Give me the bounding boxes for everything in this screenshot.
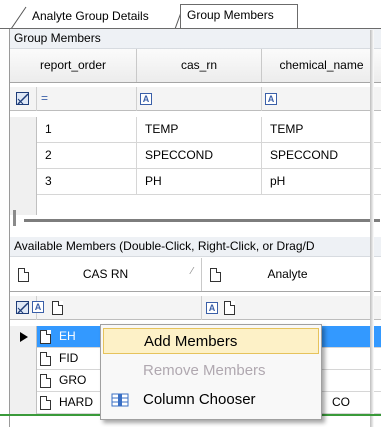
filter-clear-cell: A <box>10 296 44 320</box>
cell-cas-rn[interactable]: PH <box>137 169 262 195</box>
column-header-chemical-name[interactable]: chemical_name <box>262 49 381 82</box>
tab-edge-icon <box>10 6 27 30</box>
available-members-caption: Available Members (Double-Click, Right-C… <box>10 237 381 257</box>
filter-operator[interactable]: = <box>41 91 48 105</box>
tab-strip: Analyte Group Details Group Members <box>0 0 381 30</box>
row-selector[interactable] <box>10 348 37 370</box>
page-icon <box>224 301 235 315</box>
cell-report-order[interactable]: 1 <box>37 117 137 143</box>
column-header-cas-rn[interactable]: cas_rn <box>137 49 262 82</box>
tab-group-members[interactable]: Group Members <box>180 4 298 29</box>
available-members-filter-row: A A <box>10 296 381 320</box>
filter-clear-cell <box>10 87 37 111</box>
scroll-grip[interactable] <box>13 210 16 226</box>
page-icon <box>52 301 63 315</box>
available-members-header: CAS RN ⁄ Analyte <box>10 258 381 292</box>
column-header-analyte[interactable]: Analyte <box>202 258 374 291</box>
cell-chemical-name[interactable]: pH <box>262 169 381 195</box>
tab-analyte-group-details[interactable]: Analyte Group Details <box>26 6 186 28</box>
page-icon <box>40 330 51 344</box>
cell-report-order[interactable]: 2 <box>37 143 137 169</box>
group-members-header: report_order cas_rn chemical_name <box>10 49 381 83</box>
filter-cas-rn[interactable]: A <box>137 87 262 111</box>
table-row[interactable]: 2 SPECCOND SPECCOND <box>10 143 381 169</box>
column-header-label: Analyte <box>267 267 308 281</box>
context-menu: Add Members Remove Members Column Choose… <box>100 324 322 420</box>
cell-report-order[interactable]: 3 <box>37 169 137 195</box>
text-filter-icon[interactable]: A <box>206 302 218 314</box>
table-row[interactable]: 1 TEMP TEMP <box>10 117 381 143</box>
cell-cas-rn[interactable]: SPECCOND <box>137 143 262 169</box>
page-icon <box>40 374 51 388</box>
filter-report-order[interactable]: = <box>37 87 137 111</box>
group-members-filter-row: = A A <box>10 87 381 111</box>
clear-filter-icon[interactable] <box>16 301 29 314</box>
row-selector[interactable] <box>10 143 37 169</box>
column-header-cas-rn[interactable]: CAS RN ⁄ <box>10 258 202 291</box>
current-row-icon <box>20 332 28 342</box>
cell-chemical-name[interactable]: SPECCOND <box>262 143 381 169</box>
menu-item-remove-members[interactable]: Remove Members <box>103 358 319 384</box>
column-header-label: CAS RN <box>82 267 129 281</box>
row-selector[interactable] <box>10 169 37 195</box>
table-row[interactable]: 3 PH pH <box>10 169 381 195</box>
horizontal-scrollbar[interactable] <box>24 219 380 222</box>
menu-item-add-members[interactable]: Add Members <box>103 328 319 354</box>
text-filter-icon[interactable]: A <box>265 93 277 105</box>
filter-analyte[interactable]: A <box>202 296 374 320</box>
cell-chemical-name[interactable]: TEMP <box>262 117 381 143</box>
row-selector[interactable] <box>10 392 37 414</box>
text-filter-icon[interactable]: A <box>140 93 152 105</box>
menu-item-label: Column Chooser <box>143 391 256 408</box>
panel-shadow <box>370 30 374 427</box>
page-icon <box>40 352 51 366</box>
filter-chemical-name[interactable]: A <box>262 87 381 111</box>
cell-cas-rn[interactable]: TEMP <box>137 117 262 143</box>
row-selector[interactable] <box>10 117 37 143</box>
column-header-report-order[interactable]: report_order <box>10 49 137 82</box>
group-members-caption: Group Members <box>10 29 381 49</box>
row-selector[interactable] <box>10 370 37 392</box>
row-selector[interactable] <box>10 326 37 348</box>
column-chooser-icon <box>111 393 129 407</box>
menu-item-column-chooser[interactable]: Column Chooser <box>103 387 319 413</box>
clear-filter-icon[interactable] <box>16 92 29 105</box>
page-icon <box>40 396 51 410</box>
sort-indicator-icon: ⁄ <box>191 266 193 277</box>
filter-cas-rn[interactable] <box>37 296 202 320</box>
